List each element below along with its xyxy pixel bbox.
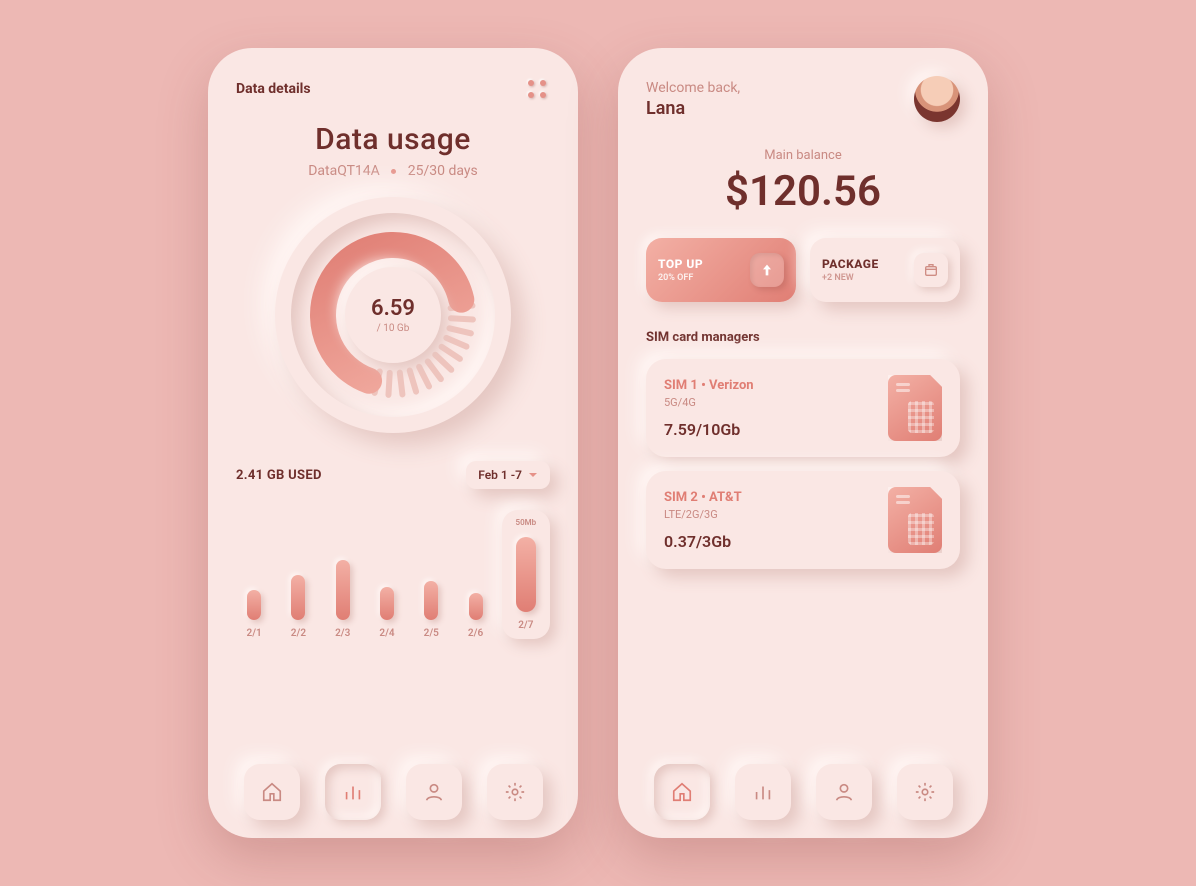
bar (336, 560, 350, 620)
phone-dashboard: Welcome back, Lana Main balance $120.56 … (618, 48, 988, 838)
package-icon (914, 253, 948, 287)
nav-settings[interactable] (897, 764, 953, 820)
nav-stats[interactable] (325, 764, 381, 820)
sim-title: SIM 2 • AT&T (664, 490, 742, 505)
dot-separator (391, 169, 396, 174)
sim-card-icon (888, 375, 942, 441)
topup-title: TOP UP (658, 257, 703, 271)
sim-section-label: SIM card managers (646, 330, 960, 345)
home-icon (671, 781, 693, 803)
sim-card[interactable]: SIM 1 • Verizon 5G/4G 7.59/10Gb (646, 359, 960, 457)
bar (469, 593, 483, 620)
package-button[interactable]: PACKAGE +2 NEW (810, 238, 960, 302)
bottom-nav (236, 748, 550, 820)
bar-col[interactable]: 2/2 (280, 575, 316, 639)
usage-label: 2.41 GB USED (236, 468, 322, 483)
upload-icon (750, 253, 784, 287)
bar-col[interactable]: 2/1 (236, 590, 272, 639)
section-title: Data usage (236, 122, 550, 157)
bar-value-label: 50Mb (516, 518, 537, 527)
chevron-down-icon (528, 470, 538, 480)
bar (291, 575, 305, 620)
plan-period-days: 25/30 days (408, 163, 478, 179)
sim-usage: 0.37/3Gb (664, 532, 742, 551)
nav-home[interactable] (654, 764, 710, 820)
plan-name: DataQT14A (308, 163, 380, 179)
nav-stats[interactable] (735, 764, 791, 820)
user-icon (833, 781, 855, 803)
date-range-picker[interactable]: Feb 1 -7 (466, 461, 550, 489)
sim-card[interactable]: SIM 2 • AT&T LTE/2G/3G 0.37/3Gb (646, 471, 960, 569)
bar (424, 581, 438, 620)
nav-settings[interactable] (487, 764, 543, 820)
topup-button[interactable]: TOP UP 20% OFF (646, 238, 796, 302)
bar-date-label: 2/7 (518, 620, 533, 631)
sim-network: LTE/2G/3G (664, 508, 742, 521)
bar-col[interactable]: 50Mb 2/7 (502, 510, 550, 639)
bar-col[interactable]: 2/6 (457, 593, 493, 639)
nav-profile[interactable] (816, 764, 872, 820)
bar-col[interactable]: 2/3 (325, 560, 361, 639)
usage-bar-chart: 2/1 2/2 2/3 2/4 2/5 2/6 50Mb 2/7 (236, 503, 550, 639)
sim-usage: 7.59/10Gb (664, 420, 754, 439)
bar-col[interactable]: 2/4 (369, 587, 405, 639)
home-icon (261, 781, 283, 803)
nav-home[interactable] (244, 764, 300, 820)
usage-dial: 6.59 / 10 Gb (275, 197, 511, 433)
sim-title: SIM 1 • Verizon (664, 378, 754, 393)
bar-date-label: 2/3 (335, 628, 350, 639)
phone-data-details: Data details Data usage DataQT14A 25/30 … (208, 48, 578, 838)
bar-date-label: 2/6 (468, 628, 483, 639)
avatar[interactable] (914, 76, 960, 122)
bar-chart-icon (342, 781, 364, 803)
bar-chart-icon (752, 781, 774, 803)
bar (516, 537, 536, 612)
bar-date-label: 2/1 (247, 628, 262, 639)
bottom-nav (646, 748, 960, 820)
balance-value: $120.56 (646, 167, 960, 216)
package-sub: +2 NEW (822, 273, 879, 283)
gear-icon (504, 781, 526, 803)
dial-value: 6.59 (371, 296, 415, 321)
package-title: PACKAGE (822, 257, 879, 271)
topup-sub: 20% OFF (658, 273, 703, 283)
sim-network: 5G/4G (664, 396, 754, 409)
page-title: Data details (236, 81, 311, 97)
sim-card-icon (888, 487, 942, 553)
bar-date-label: 2/5 (424, 628, 439, 639)
balance-label: Main balance (646, 148, 960, 163)
bar (247, 590, 261, 620)
welcome-text: Welcome back, (646, 79, 740, 98)
gear-icon (914, 781, 936, 803)
user-icon (423, 781, 445, 803)
bar-col[interactable]: 2/5 (413, 581, 449, 639)
dial-center: 6.59 / 10 Gb (345, 267, 441, 363)
nav-profile[interactable] (406, 764, 462, 820)
user-name: Lana (646, 98, 740, 119)
dial-max: / 10 Gb (377, 323, 410, 334)
date-range-text: Feb 1 -7 (478, 468, 522, 482)
bar-date-label: 2/4 (379, 628, 394, 639)
bar-date-label: 2/2 (291, 628, 306, 639)
plan-period: DataQT14A 25/30 days (236, 163, 550, 179)
bar (380, 587, 394, 620)
menu-icon[interactable] (524, 76, 550, 102)
